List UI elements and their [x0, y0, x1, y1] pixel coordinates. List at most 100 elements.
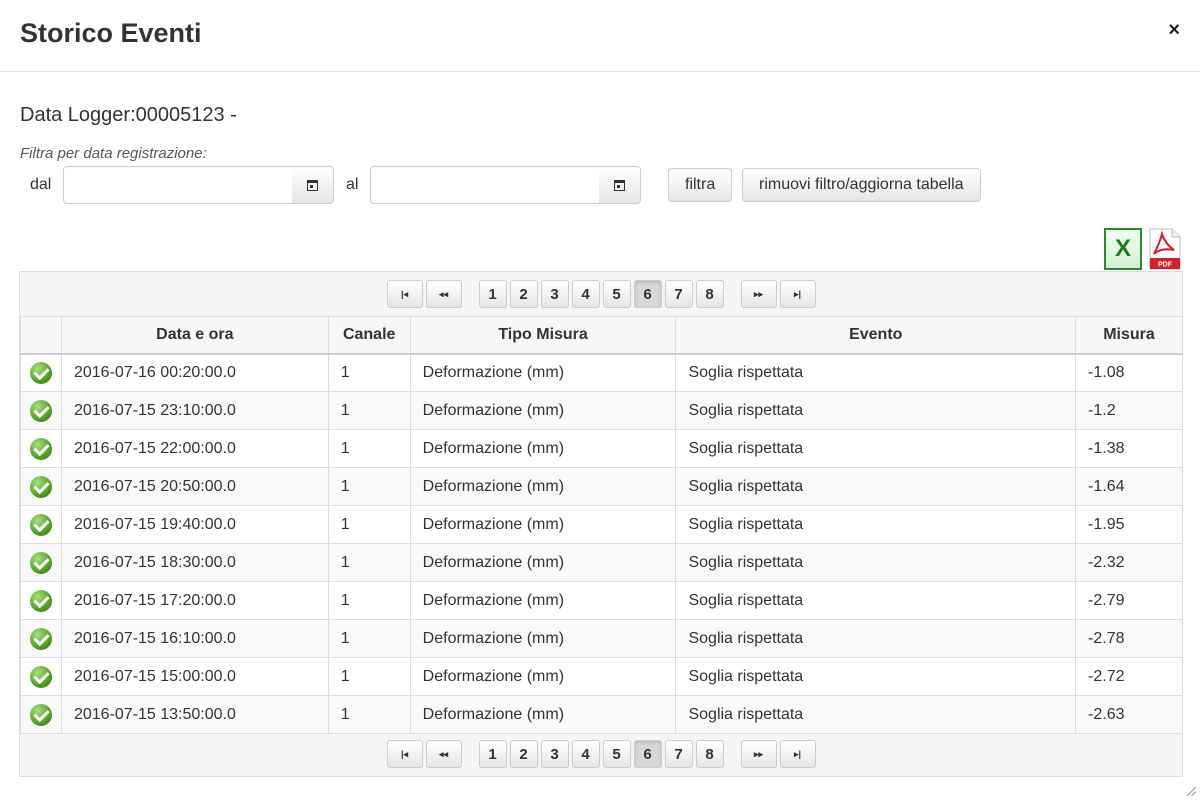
table-row[interactable]: 2016-07-15 19:40:00.0 1 Deformazione (mm… [20, 505, 1183, 544]
page-button-7[interactable]: 7 [664, 280, 693, 308]
status-cell [20, 695, 62, 734]
table-row[interactable]: 2016-07-15 16:10:00.0 1 Deformazione (mm… [20, 619, 1183, 658]
type-cell: Deformazione (mm) [409, 695, 677, 734]
table-row[interactable]: 2016-07-15 22:00:00.0 1 Deformazione (mm… [20, 429, 1183, 468]
column-header-datetime[interactable]: Data e ora [60, 316, 329, 355]
page-button-4[interactable]: 4 [571, 740, 600, 768]
filter-button[interactable]: filtra [668, 168, 733, 202]
pager-top: |◂ ◂◂ 1 2 3 4 5 6 7 8 ▸▸ ▸| [20, 272, 1182, 316]
column-header-type[interactable]: Tipo Misura [409, 316, 677, 355]
table-row[interactable]: 2016-07-15 23:10:00.0 1 Deformazione (mm… [20, 391, 1183, 430]
check-ok-icon [29, 437, 52, 460]
dialog-header: Storico Eventi × [0, 0, 1200, 72]
prev-page-button[interactable]: ◂◂ [425, 280, 462, 308]
page-button-6-current[interactable]: 6 [633, 280, 662, 308]
events-table: Data e ora Canale Tipo Misura Evento Mis… [20, 316, 1183, 734]
from-label: dal [30, 176, 52, 193]
status-cell [20, 619, 62, 658]
event-cell: Soglia rispettata [675, 505, 1077, 544]
page-button-2[interactable]: 2 [509, 280, 538, 308]
last-page-button[interactable]: ▸| [779, 740, 816, 768]
table-row[interactable]: 2016-07-15 20:50:00.0 1 Deformazione (mm… [20, 467, 1183, 506]
value-cell: -2.72 [1075, 657, 1183, 696]
page-button-6-current[interactable]: 6 [633, 740, 662, 768]
page-button-5[interactable]: 5 [602, 280, 631, 308]
event-cell: Soglia rispettata [675, 467, 1077, 506]
event-cell: Soglia rispettata [675, 353, 1077, 392]
column-header-status[interactable] [20, 316, 62, 355]
check-ok-icon [29, 665, 52, 688]
column-header-event[interactable]: Evento [675, 316, 1077, 355]
last-page-button[interactable]: ▸| [779, 280, 816, 308]
value-cell: -1.38 [1075, 429, 1183, 468]
check-ok-icon [29, 475, 52, 498]
page-button-2[interactable]: 2 [509, 740, 538, 768]
first-page-button[interactable]: |◂ [386, 280, 423, 308]
datetime-cell: 2016-07-15 16:10:00.0 [60, 619, 329, 658]
event-cell: Soglia rispettata [675, 657, 1077, 696]
page-button-8[interactable]: 8 [695, 280, 724, 308]
status-cell [20, 543, 62, 582]
value-cell: -1.2 [1075, 391, 1183, 430]
events-grid: |◂ ◂◂ 1 2 3 4 5 6 7 8 ▸▸ ▸| Data e ora C… [19, 271, 1183, 777]
type-cell: Deformazione (mm) [409, 543, 677, 582]
close-icon[interactable]: × [1168, 18, 1180, 42]
check-ok-icon [29, 589, 52, 612]
channel-cell: 1 [327, 429, 411, 468]
calendar-icon [614, 179, 625, 191]
status-cell [20, 353, 62, 392]
page-button-1[interactable]: 1 [478, 740, 507, 768]
next-page-button[interactable]: ▸▸ [740, 280, 777, 308]
first-page-button[interactable]: |◂ [386, 740, 423, 768]
page-button-3[interactable]: 3 [540, 280, 569, 308]
channel-cell: 1 [327, 467, 411, 506]
check-ok-icon [29, 551, 52, 574]
column-header-channel[interactable]: Canale [327, 316, 411, 355]
event-cell: Soglia rispettata [675, 619, 1077, 658]
next-page-button[interactable]: ▸▸ [740, 740, 777, 768]
logger-title: Data Logger:00005123 - [20, 104, 237, 126]
column-header-value[interactable]: Misura [1075, 316, 1183, 355]
to-calendar-button[interactable] [599, 166, 641, 204]
page-button-8[interactable]: 8 [695, 740, 724, 768]
datetime-cell: 2016-07-15 18:30:00.0 [60, 543, 329, 582]
check-ok-icon [29, 703, 52, 726]
from-calendar-button[interactable] [292, 166, 334, 204]
event-cell: Soglia rispettata [675, 429, 1077, 468]
table-row[interactable]: 2016-07-15 18:30:00.0 1 Deformazione (mm… [20, 543, 1183, 582]
pdf-export-icon[interactable]: PDF [1146, 228, 1182, 270]
value-cell: -2.79 [1075, 581, 1183, 620]
value-cell: -2.78 [1075, 619, 1183, 658]
datetime-cell: 2016-07-15 22:00:00.0 [60, 429, 329, 468]
table-row[interactable]: 2016-07-15 17:20:00.0 1 Deformazione (mm… [20, 581, 1183, 620]
page-button-7[interactable]: 7 [664, 740, 693, 768]
status-cell [20, 505, 62, 544]
event-cell: Soglia rispettata [675, 581, 1077, 620]
value-cell: -2.63 [1075, 695, 1183, 734]
type-cell: Deformazione (mm) [409, 391, 677, 430]
status-cell [20, 657, 62, 696]
value-cell: -1.64 [1075, 467, 1183, 506]
datetime-cell: 2016-07-15 23:10:00.0 [60, 391, 329, 430]
datetime-cell: 2016-07-15 15:00:00.0 [60, 657, 329, 696]
table-row[interactable]: 2016-07-16 00:20:00.0 1 Deformazione (mm… [20, 353, 1183, 392]
type-cell: Deformazione (mm) [409, 505, 677, 544]
table-row[interactable]: 2016-07-15 13:50:00.0 1 Deformazione (mm… [20, 695, 1183, 734]
from-date-input[interactable] [63, 166, 293, 204]
page-button-3[interactable]: 3 [540, 740, 569, 768]
to-label: al [346, 176, 359, 193]
dialog-title: Storico Eventi [20, 18, 202, 48]
prev-page-button[interactable]: ◂◂ [425, 740, 462, 768]
check-ok-icon [29, 399, 52, 422]
resize-handle-icon[interactable] [1187, 787, 1196, 796]
status-cell [20, 581, 62, 620]
page-button-5[interactable]: 5 [602, 740, 631, 768]
pdf-icon: PDF [1149, 228, 1181, 270]
page-button-1[interactable]: 1 [478, 280, 507, 308]
table-row[interactable]: 2016-07-15 15:00:00.0 1 Deformazione (mm… [20, 657, 1183, 696]
reset-filter-button[interactable]: rimuovi filtro/aggiorna tabella [742, 168, 981, 202]
page-button-4[interactable]: 4 [571, 280, 600, 308]
excel-export-icon[interactable]: X [1104, 228, 1142, 270]
to-date-input[interactable] [370, 166, 600, 204]
value-cell: -1.08 [1075, 353, 1183, 392]
